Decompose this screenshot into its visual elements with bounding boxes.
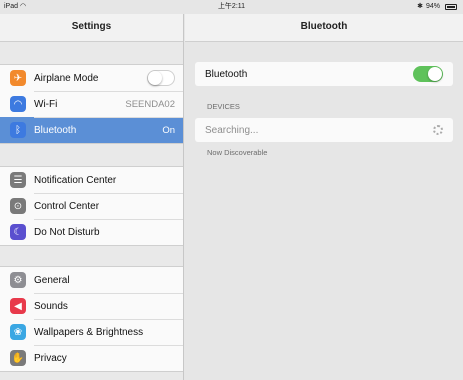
bluetooth-detail-pane: Bluetooth Bluetooth DEVICES Searching...…: [185, 14, 463, 380]
settings-sidebar: Settings ✈ Airplane Mode ◠ Wi-Fi SEENDA0…: [0, 14, 184, 380]
sidebar-item-label: Do Not Disturb: [34, 226, 100, 238]
battery-icon: [445, 4, 457, 10]
sidebar-item-label: General: [34, 274, 70, 286]
sidebar-item-label: Airplane Mode: [34, 72, 99, 84]
sidebar-item-privacy[interactable]: ✋ Privacy: [0, 345, 183, 371]
settings-group-notifications: ☰ Notification Center ⊙ Control Center ☾…: [0, 166, 183, 246]
hand-icon: ✋: [10, 350, 26, 366]
bluetooth-status-value: On: [162, 124, 175, 136]
airplane-icon: ✈: [10, 70, 26, 86]
devices-list: Searching...: [195, 118, 453, 142]
bluetooth-toggle[interactable]: [413, 66, 443, 82]
notification-center-icon: ☰: [10, 172, 26, 188]
sidebar-item-label: Bluetooth: [34, 124, 77, 136]
status-right: ✱ 94%: [417, 0, 457, 14]
bluetooth-icon: ᛒ: [10, 122, 26, 138]
sidebar-title: Settings: [0, 14, 183, 42]
moon-icon: ☾: [10, 224, 26, 240]
sidebar-item-airplane-mode[interactable]: ✈ Airplane Mode: [0, 65, 183, 91]
page-title: Bluetooth: [185, 14, 463, 42]
battery-percent: 94%: [425, 3, 440, 10]
sidebar-item-label: Sounds: [34, 300, 68, 312]
sidebar-item-notification-center[interactable]: ☰ Notification Center: [0, 167, 183, 193]
searching-status: Searching...: [205, 124, 259, 136]
control-center-icon: ⊙: [10, 198, 26, 214]
bluetooth-toggle-row: Bluetooth: [195, 62, 453, 86]
sidebar-item-label: Wi-Fi: [34, 98, 58, 110]
bluetooth-toggle-label: Bluetooth: [205, 68, 248, 80]
status-bar: iPad ◠ 上午2:11 ✱ 94%: [0, 0, 463, 14]
activity-spinner-icon: [433, 125, 443, 135]
sidebar-item-wallpapers-brightness[interactable]: ❀ Wallpapers & Brightness: [0, 319, 183, 345]
sidebar-item-label: Notification Center: [34, 174, 117, 186]
sidebar-item-bluetooth[interactable]: ᛒ Bluetooth On: [0, 117, 183, 143]
sidebar-item-sounds[interactable]: ◀ Sounds: [0, 293, 183, 319]
settings-group-connectivity: ✈ Airplane Mode ◠ Wi-Fi SEENDA02 ᛒ Bluet…: [0, 64, 183, 144]
sidebar-item-general[interactable]: ⚙ General: [0, 267, 183, 293]
flower-icon: ❀: [10, 324, 26, 340]
sidebar-item-label: Wallpapers & Brightness: [34, 326, 144, 338]
speaker-icon: ◀: [10, 298, 26, 314]
status-time: 上午2:11: [217, 3, 246, 10]
sidebar-item-label: Control Center: [34, 200, 100, 212]
discoverable-status: Now Discoverable: [207, 148, 268, 157]
wifi-icon: ◠: [10, 96, 26, 112]
sidebar-item-control-center[interactable]: ⊙ Control Center: [0, 193, 183, 219]
sidebar-item-wifi[interactable]: ◠ Wi-Fi SEENDA02: [0, 91, 183, 117]
devices-section-header: DEVICES: [207, 102, 240, 111]
settings-group-general: ⚙ General ◀ Sounds ❀ Wallpapers & Bright…: [0, 266, 183, 372]
bluetooth-status-icon: ✱: [417, 3, 423, 10]
gear-icon: ⚙: [10, 272, 26, 288]
sidebar-item-do-not-disturb[interactable]: ☾ Do Not Disturb: [0, 219, 183, 245]
sidebar-item-label: Privacy: [34, 352, 67, 364]
wifi-network-value: SEENDA02: [125, 98, 175, 110]
airplane-mode-toggle[interactable]: [147, 70, 175, 86]
